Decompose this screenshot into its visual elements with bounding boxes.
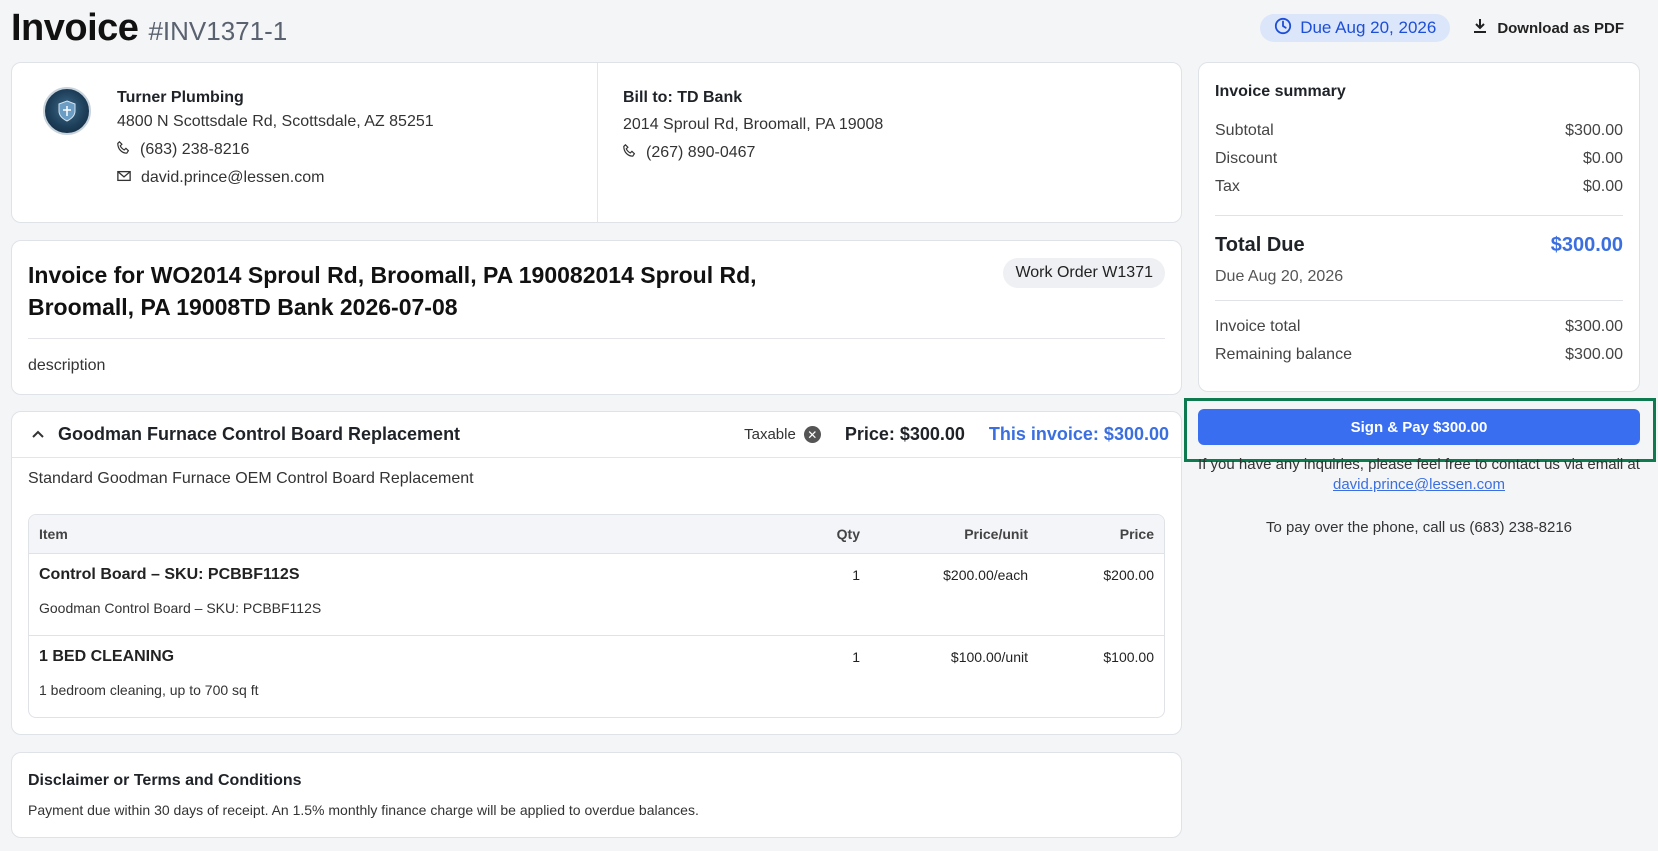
company-phone-row: (683) 238-8216 [117, 140, 597, 159]
summary-title: Invoice summary [1215, 83, 1346, 100]
work-order-card: Invoice for WO2014 Sproul Rd, Broomall, … [11, 240, 1182, 395]
disclaimer-card: Disclaimer or Terms and Conditions Payme… [11, 752, 1182, 838]
mail-icon [117, 169, 131, 187]
table-row: 1 BED CLEANING 1 $100.00/unit $100.00 1 … [29, 635, 1164, 717]
table-header: Item Qty Price/unit Price [29, 515, 1164, 554]
col-price-unit: Price/unit [964, 526, 1028, 542]
row-qty: 1 [852, 649, 860, 665]
disclaimer-text: Payment due within 30 days of receipt. A… [28, 802, 699, 818]
col-item: Item [39, 526, 68, 542]
line-item-card: Goodman Furnace Control Board Replacemen… [11, 411, 1182, 735]
row-item-name: Control Board – SKU: PCBBF112S [39, 566, 300, 583]
row-price-unit: $100.00/unit [950, 649, 1028, 665]
items-table: Item Qty Price/unit Price Control Board … [28, 514, 1165, 718]
company-email: david.prince@lessen.com [141, 169, 325, 186]
divider [28, 338, 1165, 339]
summary-total-due: Total Due $300.00 [1215, 228, 1623, 262]
disclaimer-title: Disclaimer or Terms and Conditions [28, 772, 302, 789]
table-row: Control Board – SKU: PCBBF112S 1 $200.00… [29, 554, 1164, 635]
taxable-label: Taxable [744, 426, 796, 443]
row-item-description: Goodman Control Board – SKU: PCBBF112S [39, 600, 322, 616]
header-actions: Due Aug 20, 2026 Download as PDF [1260, 14, 1642, 42]
company-billing-card: Turner Plumbing 4800 N Scottsdale Rd, Sc… [11, 62, 1182, 223]
line-item-header[interactable]: Goodman Furnace Control Board Replacemen… [12, 412, 1181, 458]
total-due-value: $300.00 [1550, 233, 1623, 256]
inquiry-text: If you have any inquiries, please feel f… [1198, 456, 1640, 473]
row-item-description: 1 bedroom cleaning, up to 700 sq ft [39, 682, 259, 698]
line-item-description: Standard Goodman Furnace OEM Control Boa… [28, 470, 474, 487]
due-date-badge: Due Aug 20, 2026 [1260, 14, 1451, 42]
download-icon [1472, 18, 1488, 38]
company-email-row: david.prince@lessen.com [117, 169, 597, 187]
bill-to-title: Bill to: TD Bank [623, 89, 743, 106]
company-info: Turner Plumbing 4800 N Scottsdale Rd, Sc… [12, 63, 598, 222]
line-item-this-invoice: This invoice: $300.00 [988, 424, 1169, 444]
summary-remaining-balance: Remaining balance $300.00 [1215, 341, 1623, 369]
company-address: 4800 N Scottsdale Rd, Scottsdale, AZ 852… [117, 113, 434, 130]
row-main: 1 BED CLEANING 1 $100.00/unit $100.00 [39, 636, 1154, 674]
remove-x-icon[interactable]: ✕ [803, 426, 821, 443]
bill-to-phone: (267) 890-0467 [646, 144, 756, 161]
invoice-total-label: Invoice total [1215, 318, 1301, 335]
row-price: $200.00 [1103, 567, 1154, 583]
chevron-up-icon[interactable] [32, 427, 44, 443]
total-due-label: Total Due [1215, 233, 1305, 256]
row-qty: 1 [852, 567, 860, 583]
phone-payment-note: To pay over the phone, call us (683) 238… [1265, 519, 1573, 536]
company-name: Turner Plumbing [117, 89, 244, 106]
page-title: Invoice [11, 6, 139, 49]
invoice-summary-card: Invoice summary Subtotal $300.00 Discoun… [1198, 62, 1640, 392]
divider [1215, 215, 1623, 216]
discount-label: Discount [1215, 150, 1278, 167]
work-order-badge[interactable]: Work Order W1371 [1003, 258, 1165, 288]
phone-icon [623, 143, 636, 162]
taxable-tag: Taxable ✕ [744, 426, 821, 443]
page-header: Invoice #INV1371-1 Due Aug 20, 2026 Down… [11, 6, 1642, 50]
phone-icon [117, 140, 130, 159]
summary-subtotal: Subtotal $300.00 [1215, 117, 1623, 145]
clock-icon [1274, 17, 1292, 40]
bill-to-info: Bill to: TD Bank 2014 Sproul Rd, Broomal… [598, 63, 1181, 222]
due-date-label: Due Aug 20, 2026 [1300, 18, 1437, 37]
remaining-balance-label: Remaining balance [1215, 346, 1352, 363]
row-price-unit: $200.00/each [943, 567, 1028, 583]
bill-to-address: 2014 Sproul Rd, Broomall, PA 19008 [623, 116, 884, 133]
inquiry-note: If you have any inquiries, please feel f… [1198, 455, 1640, 495]
company-phone: (683) 238-8216 [140, 141, 250, 158]
row-item-name: 1 BED CLEANING [39, 648, 175, 665]
subtotal-label: Subtotal [1215, 122, 1274, 139]
download-pdf-button[interactable]: Download as PDF [1472, 18, 1624, 38]
tax-label: Tax [1215, 178, 1240, 195]
remaining-balance-value: $300.00 [1565, 346, 1623, 363]
discount-value: $0.00 [1582, 150, 1623, 167]
work-order-title: Invoice for WO2014 Sproul Rd, Broomall, … [28, 262, 757, 320]
summary-discount: Discount $0.00 [1215, 145, 1623, 173]
title-group: Invoice #INV1371-1 [11, 7, 287, 50]
work-order-description: description [28, 357, 106, 374]
bill-to-phone-row: (267) 890-0467 [623, 143, 1181, 162]
invoice-number: #INV1371-1 [148, 15, 288, 46]
col-price: Price [1119, 526, 1154, 542]
invoice-total-value: $300.00 [1565, 318, 1623, 335]
inquiry-email-link[interactable]: david.prince@lessen.com [1333, 476, 1505, 493]
summary-due-date: Due Aug 20, 2026 [1215, 268, 1344, 285]
col-qty: Qty [836, 526, 860, 542]
line-item-name: Goodman Furnace Control Board Replacemen… [58, 424, 461, 444]
summary-invoice-total: Invoice total $300.00 [1215, 313, 1623, 341]
row-price: $100.00 [1103, 649, 1154, 665]
download-pdf-label: Download as PDF [1497, 19, 1624, 37]
row-main: Control Board – SKU: PCBBF112S 1 $200.00… [39, 554, 1154, 592]
line-item-price: Price: $300.00 [844, 424, 965, 444]
tax-value: $0.00 [1582, 178, 1623, 195]
summary-tax: Tax $0.00 [1215, 173, 1623, 201]
company-logo [43, 87, 91, 135]
subtotal-value: $300.00 [1565, 122, 1623, 139]
divider [1215, 300, 1623, 301]
sign-and-pay-button[interactable]: Sign & Pay $300.00 [1198, 409, 1640, 445]
